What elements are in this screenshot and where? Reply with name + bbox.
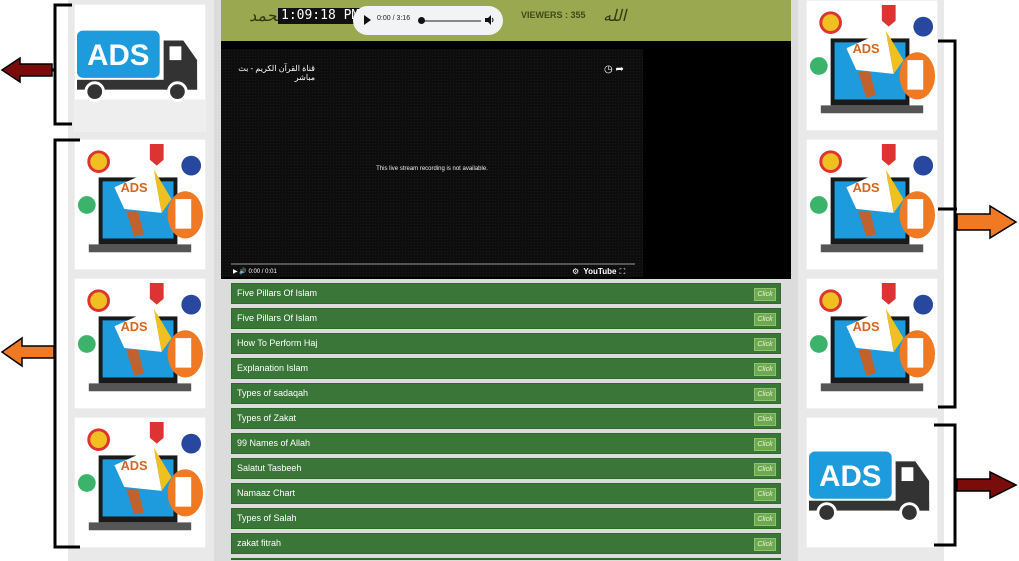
menu-item-cut-off [231, 558, 781, 560]
click-button[interactable]: Click [754, 413, 776, 426]
volume-icon[interactable] [485, 15, 495, 25]
ads-label: ADS [121, 458, 148, 473]
ads-megaphone-icon: ADS [807, 140, 937, 269]
topic-menu: Five Pillars Of Islam Click Five Pillars … [231, 283, 781, 561]
video-controls-left: ▶ 🔊 0:00 / 0:01 [233, 268, 277, 275]
ad-megaphone-left-2[interactable]: ADS [74, 278, 206, 409]
ad-megaphone-right-1[interactable]: ADS [806, 0, 938, 131]
youtube-logo[interactable]: YouTube [583, 267, 616, 276]
click-button[interactable]: Click [754, 338, 776, 351]
ads-megaphone-icon: ADS [75, 279, 205, 408]
ad-megaphone-left-3[interactable]: ADS [74, 417, 206, 548]
click-button[interactable]: Click [754, 538, 776, 551]
video-message: This live stream recording is not availa… [376, 166, 488, 172]
audio-seek-bar[interactable] [419, 20, 481, 22]
menu-item-label[interactable]: Namaaz Chart [237, 488, 295, 498]
ads-truck-icon: ADS [75, 5, 205, 131]
menu-item-label[interactable]: Five Pillars Of Islam [237, 288, 317, 298]
audio-seek-handle[interactable] [418, 17, 425, 24]
live-clock: 1:09:18 PM [278, 8, 363, 24]
menu-item-label[interactable]: zakat fitrah [237, 538, 281, 548]
page: ADS ADS ADS ADS ADS ADS ADS ADS محمد 1:0… [0, 0, 1019, 561]
click-button[interactable]: Click [754, 463, 776, 476]
audio-play-icon[interactable] [364, 15, 371, 25]
click-button[interactable]: Click [754, 513, 776, 526]
menu-item[interactable]: Types of sadaqah Click [231, 383, 781, 404]
viewer-count: VIEWERS : 355 [521, 10, 586, 20]
menu-item-label[interactable]: Types of Zakat [237, 413, 296, 423]
menu-item[interactable]: Five Pillars Of Islam Click [231, 283, 781, 304]
click-button[interactable]: Click [754, 388, 776, 401]
audio-time: 0:00 / 3:16 [377, 15, 411, 22]
menu-item-label[interactable]: Five Pillars Of Islam [237, 313, 317, 323]
video-time: 0:00 / 0:01 [248, 269, 277, 275]
watch-later-icon[interactable]: ◷ [604, 64, 613, 75]
settings-gear-icon[interactable]: ⚙ [572, 267, 580, 276]
calligraphy-allah: الله [603, 6, 627, 25]
menu-item[interactable]: How To Perform Haj Click [231, 333, 781, 354]
menu-item-label[interactable]: Types of sadaqah [237, 388, 308, 398]
video-volume-icon[interactable]: 🔊 [239, 269, 246, 275]
video-progress-bar[interactable] [231, 263, 635, 265]
ads-label: ADS [121, 180, 148, 195]
menu-item-label[interactable]: Explanation Islam [237, 363, 308, 373]
ads-megaphone-icon: ADS [807, 1, 937, 130]
menu-item[interactable]: Types of Zakat Click [231, 408, 781, 429]
arrow-right-dark-icon [956, 470, 1018, 500]
arrow-right-orange-icon [938, 204, 1018, 240]
menu-item[interactable]: zakat fitrah Click [231, 533, 781, 554]
ads-megaphone-icon: ADS [75, 140, 205, 269]
menu-item-label[interactable]: 99 Names of Allah [237, 438, 310, 448]
ads-megaphone-icon: ADS [807, 279, 937, 408]
arrow-left-dark-icon [0, 56, 55, 84]
youtube-player[interactable]: قناة القرآن الكريم - بث مباشر ◷ ➦ This l… [221, 49, 643, 277]
menu-item-label[interactable]: Types of Salah [237, 513, 297, 523]
ads-label: ADS [87, 39, 149, 72]
fullscreen-icon[interactable]: ⛶ [620, 267, 627, 276]
ads-megaphone-icon: ADS [75, 418, 205, 547]
menu-item-label[interactable]: Salatut Tasbeeh [237, 463, 301, 473]
ads-label: ADS [853, 41, 880, 56]
click-button[interactable]: Click [754, 288, 776, 301]
click-button[interactable]: Click [754, 313, 776, 326]
ads-label: ADS [121, 319, 148, 334]
video-embed: قناة القرآن الكريم - بث مباشر ◷ ➦ This l… [221, 41, 791, 279]
menu-item[interactable]: Types of Salah Click [231, 508, 781, 529]
ads-label: ADS [853, 180, 880, 195]
video-title[interactable]: قناة القرآن الكريم - بث مباشر [221, 64, 315, 82]
click-button[interactable]: Click [754, 363, 776, 376]
ad-truck-right[interactable]: ADS [806, 417, 938, 548]
ad-megaphone-right-2[interactable]: ADS [806, 139, 938, 270]
menu-item[interactable]: Salatut Tasbeeh Click [231, 458, 781, 479]
video-top-icons: ◷ ➦ [604, 64, 624, 75]
top-bar: محمد 1:09:18 PM 0:00 / 3:16 VIEWERS : 35… [221, 0, 791, 41]
ads-truck-icon: ADS [807, 418, 937, 547]
ad-truck-left[interactable]: ADS [74, 4, 206, 132]
ad-megaphone-left-1[interactable]: ADS [74, 139, 206, 270]
video-controls-right: ⚙ YouTube ⛶ [572, 267, 626, 277]
menu-item[interactable]: Five Pillars Of Islam Click [231, 308, 781, 329]
ads-label: ADS [853, 319, 880, 334]
click-button[interactable]: Click [754, 488, 776, 501]
video-play-icon[interactable]: ▶ [233, 269, 238, 275]
ad-megaphone-right-3[interactable]: ADS [806, 278, 938, 409]
menu-item[interactable]: Namaaz Chart Click [231, 483, 781, 504]
menu-item[interactable]: 99 Names of Allah Click [231, 433, 781, 454]
share-icon[interactable]: ➦ [616, 64, 624, 75]
ads-label: ADS [819, 460, 881, 493]
arrow-left-orange-icon [0, 336, 55, 368]
click-button[interactable]: Click [754, 438, 776, 451]
menu-item[interactable]: Explanation Islam Click [231, 358, 781, 379]
audio-player: 0:00 / 3:16 [353, 6, 503, 35]
menu-item-label[interactable]: How To Perform Haj [237, 338, 317, 348]
